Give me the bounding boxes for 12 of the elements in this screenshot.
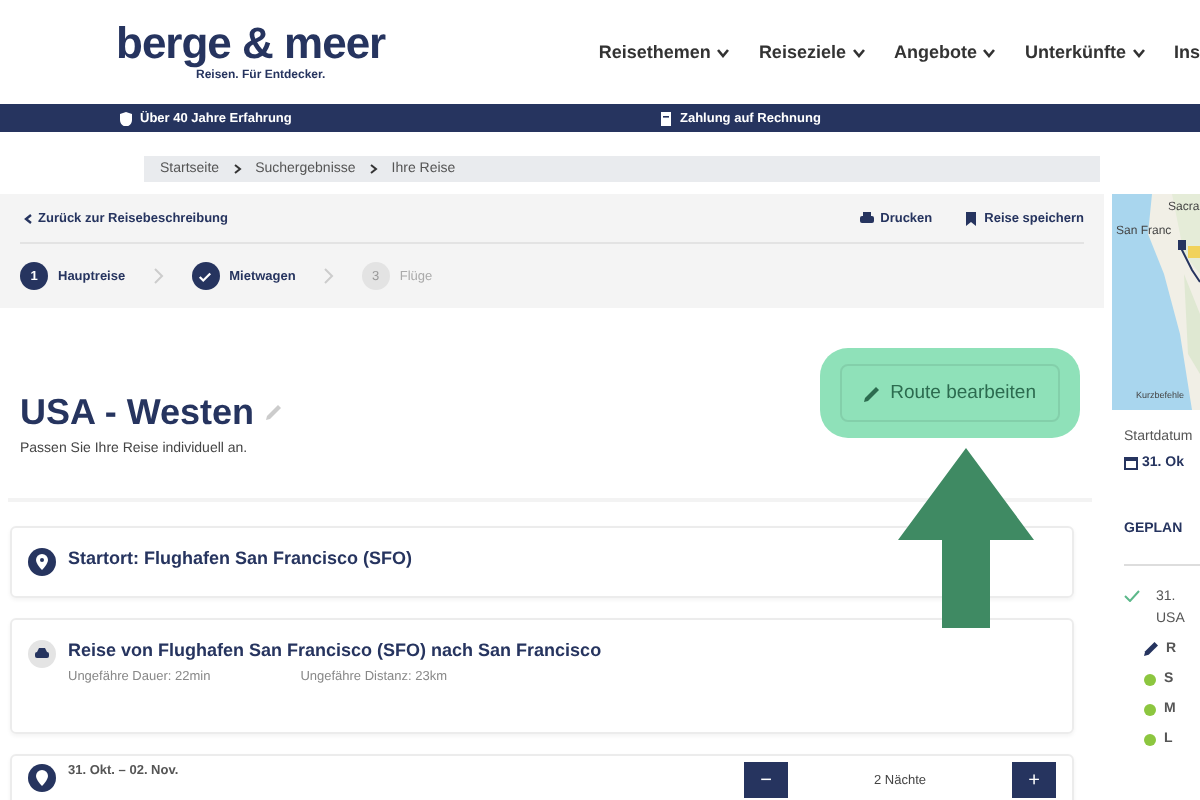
card-title: Reise von Flughafen San Francisco (SFO) nach San Francisco — [68, 640, 602, 660]
nav-item[interactable]: Reiseziele — [758, 42, 866, 62]
logo-wordmark[interactable]: berge & meer — [116, 22, 386, 66]
nav-item[interactable]: Reisethemen — [598, 42, 731, 62]
card-title: Startort: Flughafen San Francisco (SFO) — [68, 548, 413, 572]
plus-button[interactable]: + — [1012, 762, 1056, 798]
trip-title: USA - Westen — [20, 391, 255, 433]
nav-item[interactable]: Ins — [1173, 42, 1200, 62]
nav-item[interactable]: Angebote — [893, 42, 997, 62]
minus-button[interactable]: − — [744, 762, 788, 798]
nav-item[interactable]: Unterkünfte — [1024, 42, 1146, 62]
route-edit-button[interactable]: Route bearbeiten — [840, 364, 1060, 422]
